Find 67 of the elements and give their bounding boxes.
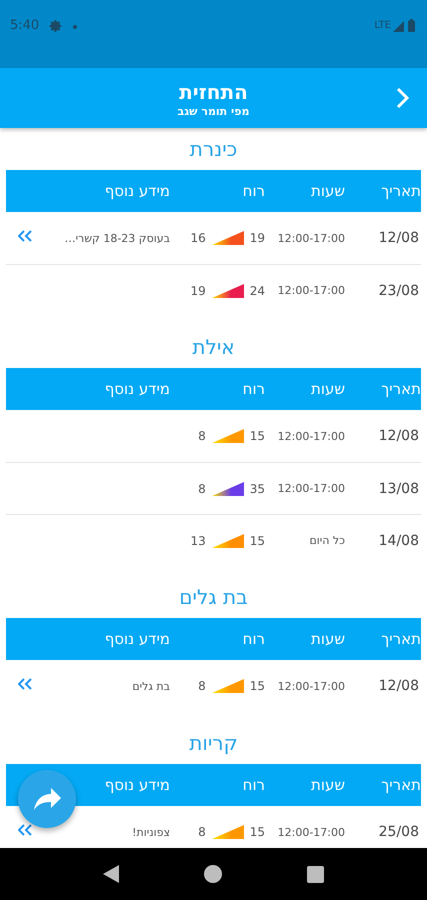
column-header: רוח [242, 776, 266, 794]
hours-cell-text: 12:00-17:00 [276, 284, 346, 297]
column-header: תאריך [380, 630, 421, 648]
section-title: כינרת [190, 137, 238, 161]
column-header: שעות [310, 630, 346, 648]
date-cell-text: 13/08 [378, 480, 420, 496]
section-title: קריות [189, 731, 238, 755]
info-text: בת גלים [131, 680, 171, 692]
column-header: מידע נוסף [104, 776, 171, 794]
wind-gust: 24 [250, 284, 265, 298]
wind-gust: 15 [250, 679, 265, 693]
wind-base: 8 [198, 679, 206, 693]
date-cell-text: 25/08 [378, 824, 420, 840]
back-nav-icon[interactable] [102, 865, 119, 883]
wind-base: 8 [198, 482, 206, 496]
hours-cell-text: כל היום [308, 534, 346, 547]
double-chevron-icon [18, 678, 32, 690]
app-title: התחזית [179, 78, 248, 104]
wind-gust: 35 [250, 482, 265, 496]
column-header: תאריך [380, 380, 421, 398]
date-cell-text: 12/08 [378, 678, 420, 694]
double-chevron-icon [18, 824, 32, 836]
recents-nav-icon[interactable] [307, 866, 324, 882]
status-time: 5:40 [10, 18, 40, 33]
column-header: מידע נוסף [104, 630, 171, 648]
notification-dot-icon [73, 25, 78, 29]
wind-base: 16 [190, 231, 206, 245]
settings-icon [49, 19, 64, 33]
column-header: רוח [242, 630, 266, 648]
column-header: רוח [242, 182, 266, 200]
date-cell-text: 12/08 [378, 230, 420, 246]
battery-icon [408, 19, 415, 32]
share-arrow-icon [32, 786, 62, 812]
signal-icon [393, 21, 404, 32]
wind-gust: 15 [250, 825, 265, 839]
column-header: תאריך [380, 182, 421, 200]
info-text: בעוסק 18-23 קשרי… [64, 232, 171, 244]
column-header: שעות [310, 776, 346, 794]
home-nav-icon[interactable] [204, 865, 222, 883]
column-header: שעות [310, 182, 346, 200]
column-header: מידע נוסף [104, 182, 171, 200]
wind-base: 13 [190, 534, 206, 548]
double-chevron-icon [18, 230, 32, 242]
column-header: מידע נוסף [104, 380, 171, 398]
hours-cell-text: 12:00-17:00 [276, 826, 346, 838]
wind-gust: 15 [250, 534, 265, 548]
date-cell-text: 23/08 [378, 282, 420, 298]
wind-base: 8 [198, 825, 206, 839]
date-cell-text: 14/08 [378, 532, 420, 548]
info-text: צפוניות! [131, 826, 171, 838]
network-type: LTE [374, 20, 391, 31]
column-header: תאריך [380, 776, 421, 794]
chevron-icon [395, 87, 409, 109]
hours-cell-text: 12:00-17:00 [276, 680, 346, 692]
section-title: בת גלים [179, 585, 248, 609]
wind-base: 8 [198, 429, 206, 443]
wind-base: 19 [190, 284, 206, 298]
date-cell-text: 12/08 [378, 428, 420, 444]
hours-cell-text: 12:00-17:00 [276, 232, 346, 244]
app-subtitle: מפי תומר שגב [178, 104, 250, 118]
hours-cell-text: 12:00-17:00 [276, 430, 346, 442]
section-title: אילת [192, 335, 235, 359]
column-header: שעות [310, 380, 346, 398]
column-header: רוח [242, 380, 266, 398]
hours-cell-text: 12:00-17:00 [276, 482, 346, 495]
wind-gust: 15 [250, 429, 265, 443]
wind-gust: 19 [250, 231, 265, 245]
